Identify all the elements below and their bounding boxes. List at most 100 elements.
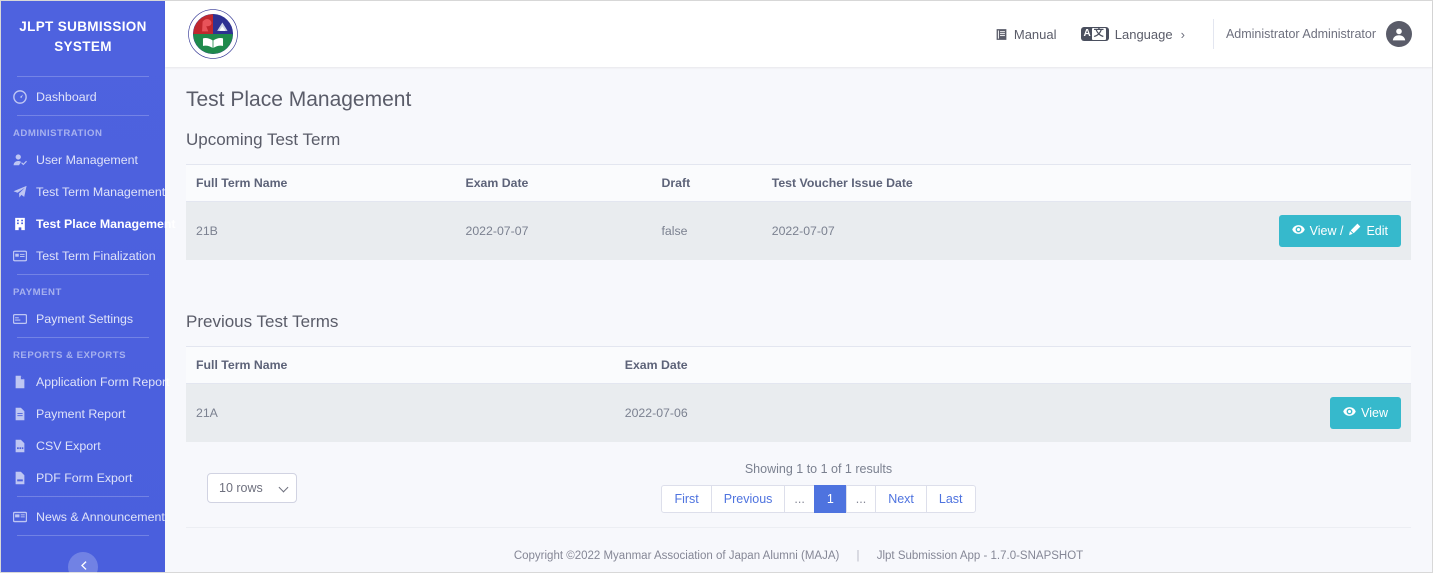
column-header: Test Voucher Issue Date	[761, 164, 1093, 202]
cell-voucher-issue-date: 2022-07-07	[761, 201, 1093, 260]
cell-full-term-name: 21A	[186, 383, 615, 442]
sidebar-item-test-place-management[interactable]: Test Place Management	[1, 208, 176, 240]
eye-icon	[1291, 223, 1305, 239]
sidebar-item-csv-export[interactable]: CSV Export	[1, 430, 165, 462]
topbar-separator	[1212, 19, 1214, 49]
sidebar-item-test-term-management[interactable]: Test Term Management	[1, 176, 165, 208]
sidebar-section-administration: ADMINISTRATION	[13, 127, 103, 139]
sidebar-item-news-announcement[interactable]: News & Announcement	[1, 501, 165, 533]
sidebar-item-payment-report[interactable]: Payment Report	[1, 398, 165, 430]
view-edit-button[interactable]: View / Edit	[1278, 215, 1401, 247]
user-circle-icon	[1386, 21, 1412, 47]
sidebar-item-payment-settings[interactable]: Payment Settings	[1, 303, 165, 335]
sidebar-divider	[17, 114, 149, 116]
sidebar-section-payment: PAYMENT	[13, 286, 62, 298]
dashboard-icon	[13, 89, 27, 104]
view-button[interactable]: View	[1330, 397, 1401, 429]
sidebar-item-label: News & Announcement	[36, 509, 165, 524]
sidebar-item-label: PDF Form Export	[36, 470, 133, 485]
footer-separator: |	[856, 550, 860, 562]
pagination-controls: First Previous ... 1 ... Next Last	[661, 485, 976, 513]
manual-label: Manual	[1013, 26, 1057, 42]
pagination-page-1[interactable]: 1	[813, 485, 847, 513]
sidebar-collapse-button[interactable]	[68, 551, 98, 573]
user-check-icon	[13, 153, 27, 167]
file-icon	[13, 375, 27, 389]
cell-actions: View / Edit	[1092, 201, 1411, 260]
maja-seal-logo	[187, 8, 239, 60]
table-row: 21B 2022-07-07 false 2022-07-07 View / E…	[186, 201, 1411, 260]
sidebar-item-label: User Management	[36, 152, 138, 167]
sidebar-divider	[17, 273, 149, 275]
sidebar-item-pdf-form-export[interactable]: PDF Form Export	[1, 462, 165, 494]
column-header	[1104, 346, 1411, 384]
app-window: JLPT SUBMISSION SYSTEM Dashboard ADMINIS…	[0, 0, 1433, 573]
sidebar-item-test-term-finalization[interactable]: Test Term Finalization	[1, 240, 165, 272]
page-title: Test Place Management	[186, 88, 412, 111]
pagination-bar: 10 rows 25 rows 50 rows 100 rows Showing…	[186, 442, 1411, 513]
sidebar-item-label: Test Place Management	[36, 216, 176, 231]
pagination-next[interactable]: Next	[875, 485, 927, 513]
sidebar: JLPT SUBMISSION SYSTEM Dashboard ADMINIS…	[1, 1, 176, 573]
sidebar-item-label: CSV Export	[36, 438, 101, 453]
rows-per-page-select[interactable]: 10 rows 25 rows 50 rows 100 rows	[207, 472, 297, 503]
sidebar-item-user-management[interactable]: User Management	[1, 144, 165, 176]
file-pdf-icon	[13, 471, 27, 485]
sidebar-divider	[17, 534, 149, 536]
view-label: View /	[1309, 224, 1344, 238]
sidebar-divider	[17, 495, 149, 497]
sidebar-item-label: Test Term Management	[36, 184, 166, 199]
column-header: Draft	[651, 164, 762, 202]
language-label: Language	[1114, 26, 1173, 42]
user-menu[interactable]: Administrator Administrator	[1226, 21, 1416, 47]
pagination-first[interactable]: First	[661, 485, 712, 513]
id-card-icon	[13, 249, 27, 263]
topbar: Manual A文 Language › Administrator Admin…	[165, 1, 1432, 67]
pencil-icon	[1348, 223, 1361, 239]
upcoming-section-title: Upcoming Test Term	[186, 130, 341, 149]
pagination-previous[interactable]: Previous	[710, 485, 786, 513]
sidebar-item-label: Application Form Report	[36, 374, 170, 389]
pagination-ellipsis-right[interactable]: ...	[845, 485, 877, 513]
credit-card-icon	[13, 312, 27, 326]
translate-icon: A文	[1080, 26, 1109, 42]
user-name-label: Administrator Administrator	[1225, 27, 1376, 41]
cell-actions: View	[1104, 383, 1411, 442]
pagination-last[interactable]: Last	[925, 485, 976, 513]
main-area: Manual A文 Language › Administrator Admin…	[165, 1, 1432, 572]
paper-plane-icon	[13, 185, 27, 199]
brand-title: JLPT SUBMISSION SYSTEM	[19, 19, 147, 55]
sidebar-item-label: Test Term Finalization	[36, 248, 156, 263]
edit-label: Edit	[1366, 224, 1388, 238]
chevron-right-icon: ›	[1180, 26, 1185, 42]
sidebar-section-reports-exports: REPORTS & EXPORTS	[13, 349, 126, 361]
upcoming-test-term-table: Full Term Name Exam Date Draft Test Vouc…	[186, 164, 1411, 260]
previous-section-title: Previous Test Terms	[186, 312, 339, 331]
language-selector[interactable]: A文 Language ›	[1069, 27, 1197, 42]
column-header: Full Term Name	[186, 346, 615, 384]
sidebar-divider	[17, 75, 149, 77]
column-header	[1092, 164, 1411, 202]
previous-test-terms-table: Full Term Name Exam Date 21A 2022-07-06	[186, 346, 1411, 442]
column-header: Full Term Name	[186, 164, 456, 202]
sidebar-item-label: Payment Report	[36, 406, 126, 421]
table-header-row: Full Term Name Exam Date	[186, 346, 1411, 384]
pagination-ellipsis-left[interactable]: ...	[784, 485, 815, 513]
copyright-text: Copyright ©2022 Myanmar Association of J…	[513, 550, 840, 562]
cell-full-term-name: 21B	[186, 201, 456, 260]
page-content: Test Place Management Upcoming Test Term…	[165, 67, 1432, 572]
rows-per-page-wrap: 10 rows 25 rows 50 rows 100 rows	[207, 472, 297, 503]
pager-column: Showing 1 to 1 of 1 results First Previo…	[247, 462, 1390, 513]
sidebar-item-label: Payment Settings	[36, 311, 134, 326]
sidebar-collapse-wrap	[1, 540, 165, 573]
building-icon	[13, 217, 27, 231]
cell-exam-date: 2022-07-07	[455, 201, 652, 260]
cell-exam-date: 2022-07-06	[614, 383, 1105, 442]
sidebar-item-application-form-report[interactable]: Application Form Report	[1, 366, 170, 398]
sidebar-item-dashboard[interactable]: Dashboard	[1, 81, 165, 113]
manual-link[interactable]: Manual	[983, 27, 1069, 42]
chevron-left-icon	[78, 559, 89, 573]
column-header: Exam Date	[455, 164, 652, 202]
eye-icon	[1343, 405, 1356, 421]
